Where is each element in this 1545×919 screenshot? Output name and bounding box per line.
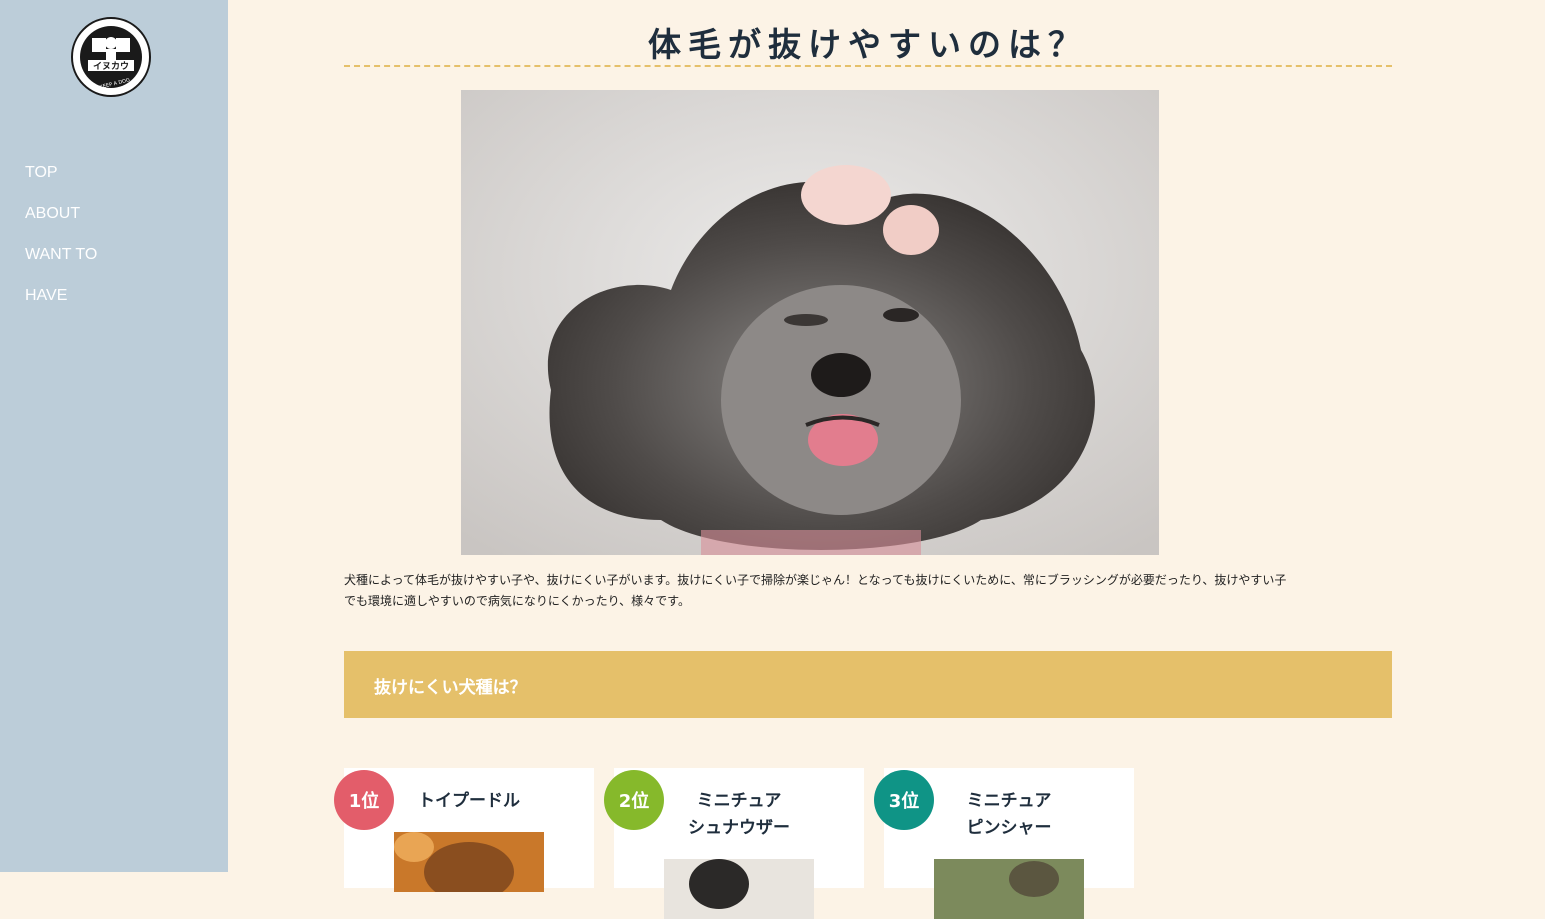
breed-thumbnail-schnauzer [664,859,814,919]
intro-line-2: でも環境に適しやすいので病気になりにくかったり、様々です。 [344,593,690,608]
rank-badge: 1位 [334,770,394,830]
nav-want-to[interactable]: WANT TO [25,245,97,286]
page-title: 体毛が抜けやすいのは？ [648,25,1088,64]
breed-name: ミニチュア ピンシャー [954,788,1064,842]
section-heading: 抜けにくい犬種は？ [374,678,527,698]
main-nav: TOP ABOUT WANT TO HAVE [25,163,97,327]
breed-name: ミニチュア シュナウザー [684,788,794,842]
breed-thumbnail-pinscher [934,859,1084,919]
rank-badge: 2位 [604,770,664,830]
intro-line-1: 犬種によって体毛が抜けやすい子や、抜けにくい子がいます。抜けにくい子で掃除が楽じ… [344,573,1287,587]
rank-card-1[interactable]: 1位 トイプードル [334,768,594,892]
breed-thumbnail-toy-poodle [394,832,544,892]
hero-poodle-photo [461,90,1159,555]
breed-name-line-1: ミニチュア [966,791,1052,811]
breed-name: トイプードル [414,788,524,815]
breed-name-line-2: ピンシャー [966,818,1052,838]
nav-have[interactable]: HAVE [25,286,97,327]
inukau-logo[interactable]: イヌカウ TO KEEP A DOG [70,16,152,98]
section-banner: 抜けにくい犬種は？ [344,651,1392,718]
nav-about[interactable]: ABOUT [25,204,97,245]
sidebar: イヌカウ TO KEEP A DOG TOP ABOUT WANT TO HAV… [0,0,228,872]
breed-name-line-1: トイプードル [418,791,520,811]
svg-text:イヌカウ: イヌカウ [93,61,129,72]
rank-card-3[interactable]: 3位 ミニチュア ピンシャー [874,768,1134,919]
rank-badge: 3位 [874,770,934,830]
breed-name-line-1: ミニチュア [696,791,782,811]
breed-name-line-2: シュナウザー [688,818,790,838]
nav-top[interactable]: TOP [25,163,97,204]
rank-card-2[interactable]: 2位 ミニチュア シュナウザー [604,768,864,919]
title-divider [344,65,1392,67]
intro-text: 犬種によって体毛が抜けやすい子や、抜けにくい子がいます。抜けにくい子で掃除が楽じ… [344,570,1384,611]
